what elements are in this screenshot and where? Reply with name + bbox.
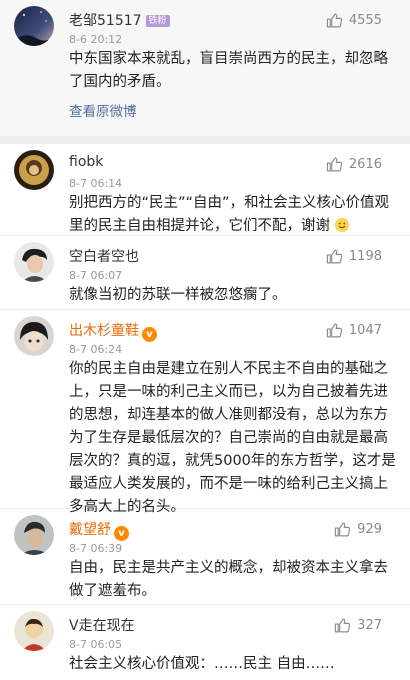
comment-username[interactable]: 空白者空也 (69, 246, 139, 266)
comment-header: fiobk 8-7 06:14 2616 (14, 144, 396, 192)
comment-item: 空白者空也 8-7 06:07 1198 就像当初的苏联一样被忽悠瘸了。 (0, 236, 410, 310)
comment-item: fiobk 8-7 06:14 2616 别把西方的“民主”“自由”，和社会主义… (0, 144, 410, 236)
vip-badge-icon: v (142, 327, 157, 342)
username-text: 戴望舒 (69, 522, 111, 538)
smile-emoji-icon (334, 218, 349, 232)
avatar[interactable] (14, 316, 54, 356)
like-count: 1198 (348, 249, 382, 264)
username-text: 老邹51517 (69, 13, 142, 29)
like-count: 327 (357, 618, 382, 633)
thumbs-up-icon (335, 522, 351, 537)
vip-badge-icon: v (114, 526, 129, 541)
comment-date: 8-7 06:07 (69, 269, 123, 282)
thumbs-up-icon (326, 323, 343, 338)
person-avatar-icon (14, 242, 54, 282)
divider (0, 136, 410, 144)
avatar[interactable] (14, 150, 54, 190)
avatar[interactable] (14, 611, 54, 651)
comment-header: V走在现在 8-7 06:05 327 (14, 605, 396, 653)
post-username[interactable]: 老邹51517 铁粉 (69, 10, 170, 30)
comment-item: 出木杉童鞋 v 8-7 06:24 1047 你的民主自由是建立在别人不民主不自由… (0, 310, 410, 515)
fan-badge: 铁粉 (145, 15, 170, 27)
portrait-avatar-icon (14, 150, 54, 190)
post-date: 8-6 20:12 (69, 33, 123, 46)
like-count: 4555 (348, 13, 382, 28)
comment-username[interactable]: 戴望舒 v (69, 519, 129, 541)
post-header: 老邹51517 铁粉 8-6 20:12 4555 (14, 0, 396, 50)
thumbs-up-icon (335, 618, 351, 633)
like-button[interactable]: 327 (334, 617, 382, 634)
avatar[interactable] (14, 6, 54, 46)
comment-header: 出木杉童鞋 v 8-7 06:24 1047 (14, 310, 396, 358)
comment-text: 你的民主自由是建立在别人不民主不自由的基础之上，只是一味的利己主义而已，以为自己… (69, 361, 396, 515)
comment-date: 8-7 06:14 (69, 177, 123, 190)
like-count: 2616 (348, 157, 382, 172)
comment-username[interactable]: 出木杉童鞋 v (69, 320, 157, 342)
comment-date: 8-7 06:05 (69, 638, 123, 651)
cartoon-avatar-icon (14, 611, 54, 651)
comment-date: 8-7 06:39 (69, 542, 123, 555)
comment-date: 8-7 06:24 (69, 343, 123, 356)
person-avatar-icon (14, 515, 54, 555)
weibo-comment-page: 老邹51517 铁粉 8-6 20:12 4555 中东国家本来就乱，盲目崇尚西方… (0, 0, 410, 680)
like-button[interactable]: 2616 (326, 156, 382, 173)
view-original-link[interactable]: 查看原微博 (69, 100, 396, 120)
post-text: 中东国家本来就乱，盲目崇尚西方的民主，却忽略了国内的矛盾。 (69, 51, 388, 90)
anime-avatar-icon (14, 316, 54, 356)
thumbs-up-icon (326, 157, 343, 172)
comment-text: 社会主义核心价值观：……民主 自由…… (69, 656, 335, 672)
like-count: 929 (357, 522, 382, 537)
comment-text: 自由，民主是共产主义的概念，却被资本主义拿去做了遮羞布。 (69, 560, 388, 599)
like-button[interactable]: 929 (334, 521, 382, 538)
username-text: 出木杉童鞋 (69, 323, 139, 339)
like-button[interactable]: 1198 (326, 248, 382, 265)
comment-item: 戴望舒 v 8-7 06:39 929 自由，民主是共产主义的概念，却被资本主义拿… (0, 509, 410, 605)
original-post: 老邹51517 铁粉 8-6 20:12 4555 中东国家本来就乱，盲目崇尚西方… (0, 0, 410, 136)
comment-item: V走在现在 8-7 06:05 327 社会主义核心价值观：……民主 自由…… (0, 605, 410, 680)
comment-text: 就像当初的苏联一样被忽悠瘸了。 (69, 287, 287, 303)
like-button[interactable]: 4555 (326, 12, 382, 29)
night-sky-avatar-icon (14, 6, 54, 46)
comment-text: 别把西方的“民主”“自由”，和社会主义核心价值观里的民主自由相提并论，它们不配，… (69, 192, 396, 238)
avatar[interactable] (14, 242, 54, 282)
thumbs-up-icon (326, 249, 343, 264)
comment-username[interactable]: fiobk (69, 154, 103, 170)
like-button[interactable]: 1047 (326, 322, 382, 339)
comment-header: 空白者空也 8-7 06:07 1198 (14, 236, 396, 284)
like-count: 1047 (348, 323, 382, 338)
avatar[interactable] (14, 515, 54, 555)
comment-header: 戴望舒 v 8-7 06:39 929 (14, 509, 396, 557)
comment-username[interactable]: V走在现在 (69, 615, 135, 635)
thumbs-up-icon (326, 13, 343, 28)
